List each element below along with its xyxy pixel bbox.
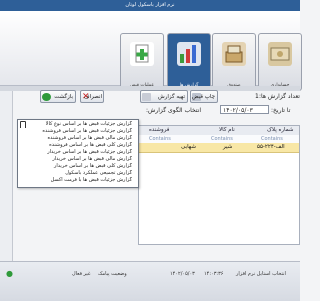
receipt-grid: شماره پلاک نام کالا فروشنده Contains Con… [138,125,300,245]
dropdown-item[interactable]: گزارش جزئیات قبض ها بر اساس نوع کالا [18,121,136,128]
prepare-report-button[interactable]: تهیه گزارش [140,90,188,103]
status-date: ۱۴۰۲/۰۵/۰۳ [170,271,195,277]
report-count-value: 1 [255,93,259,100]
date-label: :تا تاریخ [271,107,291,114]
dropdown-item[interactable]: گزارش مالی قبض ها بر اساس فروشنده [18,135,136,142]
status-time: ۱۴:۰۳:۳۶ [204,271,224,277]
money-icon [268,42,292,66]
chart-icon [177,42,201,66]
table-row[interactable]: ۵۵-الف-۲۲۴ شیر شهابی [139,143,299,153]
dropdown-item[interactable]: گزارش کلی قبض ها بر اساس خریدار [18,163,136,170]
cell-plate: ۵۵-الف-۲۲۴ [257,144,285,150]
selected-indicator [20,121,26,128]
report-count-label: :تعداد گزارش ها [259,93,300,100]
back-arrow-icon [42,93,51,101]
sms-status-value: غیر فعال [72,271,91,277]
filter-seller[interactable]: Contains [149,136,171,142]
dropdown-item[interactable]: گزارش کلی قبض ها بر اساس فروشنده [18,142,136,149]
window-titlebar: نرم افزار باسکول لوتان [0,0,300,11]
grid-column-product[interactable]: نام کالا [219,127,235,133]
grid-column-seller[interactable]: فروشنده [149,127,169,133]
report-template-dropdown: گزارش جزئیات قبض ها بر اساس نوع کالا گزا… [17,119,139,188]
style-selector-link[interactable]: انتخاب استایل نرم افزار [236,271,286,277]
dropdown-item[interactable]: گزارش جزئیات قبض ها با فرمت اکسل [18,177,136,184]
template-label: :انتخاب الگوی گزارش [146,107,202,114]
cell-product: شیر [223,144,233,150]
left-side-panel [0,91,13,261]
dropdown-item[interactable]: گزارش جزئیات قبض ها بر اساس فروشنده [18,128,136,135]
back-button[interactable]: بازگشت [40,90,76,103]
prepare-report-label: تهیه گزارش [158,94,185,100]
print-receipt-button[interactable]: چاپ قبض [190,90,218,103]
filter-product[interactable]: Contains [211,136,233,142]
status-indicator-icon: ● [6,269,13,278]
status-bar: انتخاب استایل نرم افزار ۱۴:۰۳:۳۶ ۱۴۰۲/۰۵… [0,261,300,301]
add-document-icon [130,42,154,66]
cancel-label: انصراف [83,94,102,100]
grid-column-plate[interactable]: شماره پلاک [267,127,294,133]
dropdown-item[interactable]: گزارش مالی قبض ها بر اساس خریدار [18,156,136,163]
ribbon-accounting-button[interactable]: حسابداری [258,33,302,91]
sms-status-label: وضعیت پیامک [98,271,127,277]
report-icon [142,93,151,101]
dropdown-item[interactable]: گزارش جزئیات قبض ها بر اساس خریدار [18,149,136,156]
ribbon-cashbox-button[interactable]: صندوق [212,33,256,91]
ribbon: حسابداری صندوق گزارش ها عم [0,11,302,91]
filter-plate[interactable]: Contains [261,136,283,142]
date-input[interactable]: ۱۴۰۲/۰۵/۰۳ [220,105,269,114]
dropdown-item[interactable]: گزارش تجمیعی عملکرد باسکول [18,170,136,177]
ribbon-receipt-ops-button[interactable]: عملیات قبض [120,33,164,91]
cash-box-icon [222,42,246,66]
cell-seller: شهابی [181,144,196,150]
cancel-button[interactable]: ✕ انصراف [80,90,104,103]
ribbon-reports-button[interactable]: گزارش ها [167,33,211,91]
print-receipt-label: چاپ قبض [191,94,215,100]
back-label: بازگشت [54,94,73,100]
window-title: نرم افزار باسکول لوتان [125,2,175,8]
